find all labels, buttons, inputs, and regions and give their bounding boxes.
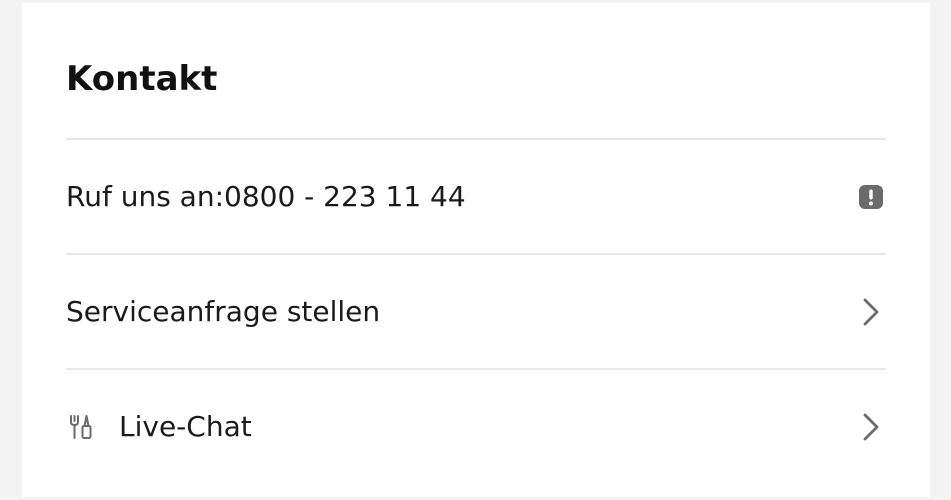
chevron-right-icon	[856, 297, 886, 327]
live-chat-label: Live-Chat	[119, 409, 252, 443]
contact-card: Kontakt Ruf uns an:0800 - 223 11 44 Serv…	[22, 3, 930, 497]
info-badge-icon[interactable]	[856, 182, 886, 212]
chevron-right-icon	[856, 412, 886, 442]
live-chat-row[interactable]: Live-Chat	[66, 370, 886, 483]
call-us-label: Ruf uns an:0800 - 223 11 44	[66, 179, 466, 213]
service-request-label: Serviceanfrage stellen	[66, 294, 381, 328]
section-title: Kontakt	[66, 59, 218, 99]
row-content: Ruf uns an:0800 - 223 11 44	[66, 180, 466, 214]
service-request-row[interactable]: Serviceanfrage stellen	[66, 255, 886, 368]
call-us-row[interactable]: Ruf uns an:0800 - 223 11 44	[66, 140, 886, 253]
tools-icon	[66, 412, 96, 442]
row-content: Serviceanfrage stellen	[66, 295, 380, 329]
row-content: Live-Chat	[66, 410, 252, 444]
